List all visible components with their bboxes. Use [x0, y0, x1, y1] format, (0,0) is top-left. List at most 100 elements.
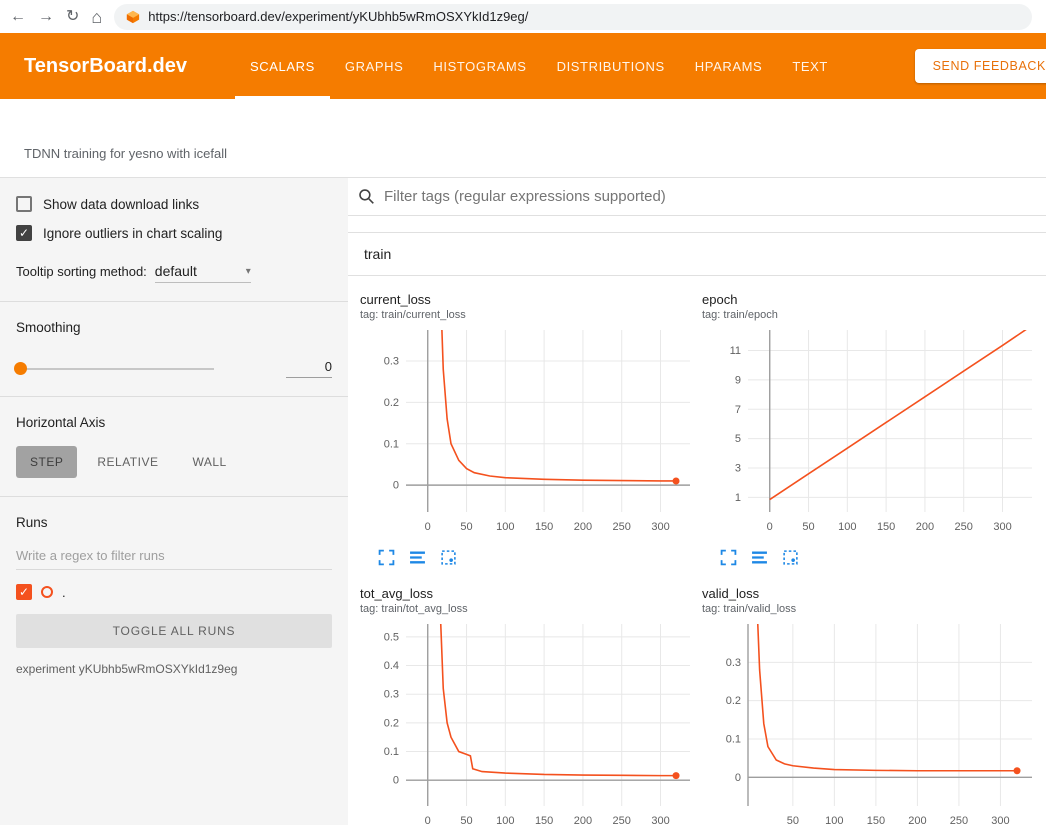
svg-text:250: 250: [950, 815, 968, 825]
svg-text:0.2: 0.2: [384, 397, 399, 409]
chart-card-current_loss: current_loss tag: train/current_loss 0 0.1 0…: [360, 292, 698, 566]
experiment-band: TDNN training for yesno with icefall: [0, 99, 1046, 178]
svg-text:7: 7: [735, 404, 741, 416]
axis-relative-button[interactable]: RELATIVE: [83, 446, 172, 478]
reload-icon[interactable]: ↻: [66, 9, 79, 25]
tooltip-sorting-select[interactable]: default ▾: [155, 263, 251, 283]
svg-text:150: 150: [867, 815, 885, 825]
chart-card-epoch: epochtag: train/epoch1357911050100150200…: [702, 292, 1040, 566]
svg-text:200: 200: [908, 815, 926, 825]
svg-text:0.2: 0.2: [384, 717, 399, 729]
view-runs-icon[interactable]: [409, 549, 426, 566]
tab-graphs[interactable]: GRAPHS: [330, 33, 419, 99]
toggle-all-runs-button[interactable]: TOGGLE ALL RUNS: [16, 614, 332, 648]
run-checkbox[interactable]: ✓: [16, 584, 32, 600]
svg-text:0.2: 0.2: [726, 695, 741, 707]
divider: [0, 496, 348, 497]
run-color-swatch: [41, 586, 53, 598]
filter-tags-input[interactable]: [384, 188, 1046, 205]
smoothing-value[interactable]: 0: [286, 359, 332, 378]
forward-icon[interactable]: →: [38, 9, 54, 25]
horizontal-axis-label: Horizontal Axis: [16, 415, 332, 430]
tab-hparams[interactable]: HPARAMS: [680, 33, 778, 99]
svg-text:0: 0: [767, 521, 773, 533]
experiment-id-label: experiment yKUbhb5wRmOSXYkId1z9eg: [16, 662, 332, 676]
chart-plot-valid_loss[interactable]: 00.10.20.350100150200250300: [702, 619, 1040, 825]
send-feedback-button[interactable]: SEND FEEDBACK: [915, 49, 1046, 83]
svg-text:300: 300: [991, 815, 1009, 825]
svg-text:0: 0: [425, 815, 431, 825]
runs-filter-input[interactable]: [16, 544, 332, 570]
tab-histograms[interactable]: HISTOGRAMS: [418, 33, 541, 99]
svg-text:150: 150: [877, 521, 895, 533]
divider: [0, 301, 348, 302]
svg-text:150: 150: [535, 521, 553, 533]
svg-text:0.1: 0.1: [726, 733, 741, 745]
svg-text:150: 150: [535, 815, 553, 825]
tab-text[interactable]: TEXT: [777, 33, 843, 99]
run-row[interactable]: ✓ .: [16, 584, 332, 600]
chart-title: current_loss: [360, 292, 698, 307]
view-runs-icon[interactable]: [751, 549, 768, 566]
svg-text:200: 200: [574, 521, 592, 533]
chart-tag: tag: train/epoch: [702, 309, 1040, 321]
ignore-outliers-label: Ignore outliers in chart scaling: [43, 226, 222, 241]
address-bar[interactable]: https://tensorboard.dev/experiment/yKUbh…: [114, 4, 1032, 30]
svg-text:9: 9: [735, 374, 741, 386]
chart-title: tot_avg_loss: [360, 586, 698, 601]
svg-text:0.3: 0.3: [384, 689, 399, 701]
svg-text:0.1: 0.1: [384, 746, 399, 758]
smoothing-slider-thumb[interactable]: [14, 362, 27, 375]
chart-plot-current_loss[interactable]: 00.10.20.3050100150200250300: [360, 325, 698, 539]
fit-domain-icon[interactable]: [440, 549, 457, 566]
svg-text:250: 250: [613, 815, 631, 825]
nav-tabs: SCALARS GRAPHS HISTOGRAMS DISTRIBUTIONS …: [235, 33, 843, 99]
back-icon[interactable]: ←: [10, 9, 26, 25]
show-download-links-row[interactable]: Show data download links: [16, 196, 332, 212]
svg-text:0: 0: [393, 775, 399, 787]
chart-tag: tag: train/valid_loss: [702, 603, 1040, 615]
home-icon[interactable]: ⌂: [91, 8, 102, 26]
chart-plot-tot_avg_loss[interactable]: 00.10.20.30.40.5050100150200250300: [360, 619, 698, 825]
svg-text:100: 100: [838, 521, 856, 533]
svg-text:0.3: 0.3: [726, 657, 741, 669]
ignore-outliers-checkbox[interactable]: ✓: [16, 225, 32, 241]
svg-text:100: 100: [825, 815, 843, 825]
runs-label: Runs: [16, 515, 332, 530]
svg-text:5: 5: [735, 433, 741, 445]
search-icon: [358, 188, 375, 205]
axis-wall-button[interactable]: WALL: [178, 446, 240, 478]
chart-title: valid_loss: [702, 586, 1040, 601]
svg-text:250: 250: [613, 521, 631, 533]
chart-plot-epoch[interactable]: 1357911050100150200250300: [702, 325, 1040, 539]
fullscreen-icon[interactable]: [378, 549, 395, 566]
tab-scalars[interactable]: SCALARS: [235, 33, 330, 99]
horizontal-axis-buttons: STEP RELATIVE WALL: [16, 446, 332, 478]
svg-text:0: 0: [393, 480, 399, 492]
experiment-title: TDNN training for yesno with icefall: [24, 146, 227, 161]
charts-grid: current_loss tag: train/current_loss 0 0.1 0…: [348, 276, 1046, 825]
svg-text:0.4: 0.4: [384, 660, 399, 672]
svg-text:0.5: 0.5: [384, 631, 399, 643]
tooltip-sorting-value: default: [155, 263, 197, 279]
svg-text:0: 0: [425, 521, 431, 533]
show-download-links-checkbox[interactable]: [16, 196, 32, 212]
ignore-outliers-row[interactable]: ✓ Ignore outliers in chart scaling: [16, 225, 332, 241]
tab-distributions[interactable]: DISTRIBUTIONS: [542, 33, 680, 99]
fullscreen-icon[interactable]: [720, 549, 737, 566]
svg-text:0.1: 0.1: [384, 438, 399, 450]
smoothing-slider[interactable]: [16, 368, 214, 370]
url-text: https://tensorboard.dev/experiment/yKUbh…: [148, 9, 528, 24]
train-group-header[interactable]: train: [348, 233, 1046, 276]
svg-text:50: 50: [460, 815, 472, 825]
run-name: .: [62, 585, 66, 600]
axis-step-button[interactable]: STEP: [16, 446, 77, 478]
fit-domain-icon[interactable]: [782, 549, 799, 566]
svg-text:100: 100: [496, 521, 514, 533]
svg-text:0.3: 0.3: [384, 356, 399, 368]
chevron-down-icon: ▾: [246, 266, 251, 277]
svg-text:100: 100: [496, 815, 514, 825]
main-panel: train current_loss tag: train/current_los…: [348, 178, 1046, 825]
chart-tag: tag: train/current_loss: [360, 309, 698, 321]
svg-text:50: 50: [802, 521, 814, 533]
